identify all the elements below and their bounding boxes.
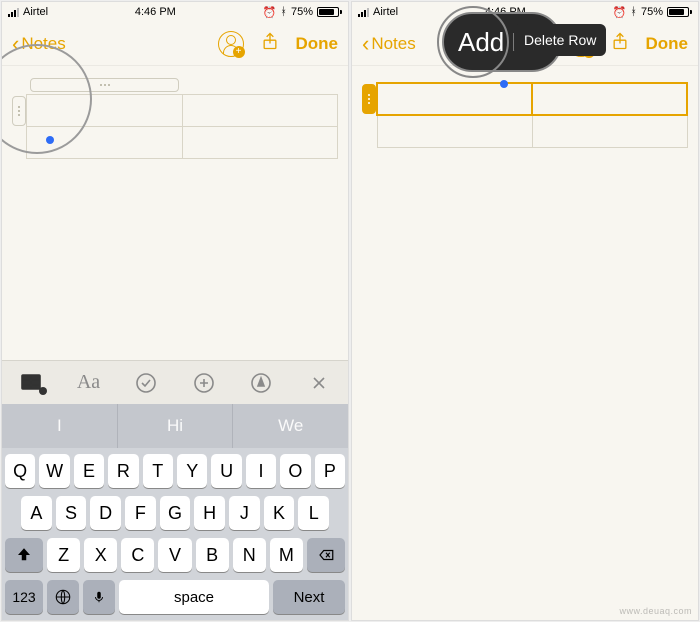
table-cell[interactable] xyxy=(377,83,532,115)
key-e[interactable]: E xyxy=(74,454,104,488)
battery-percent: 75% xyxy=(641,6,663,18)
key-n[interactable]: N xyxy=(233,538,266,572)
screenshot-left: Airtel 4:46 PM ⏰ ᚼ 75% ‹ Notes + Done xyxy=(1,1,349,621)
close-format-button[interactable] xyxy=(299,363,339,403)
chevron-left-icon: ‹ xyxy=(12,31,19,57)
key-u[interactable]: U xyxy=(211,454,241,488)
keyboard: Q W E R T Y U I O P A S D F G H J K L xyxy=(2,448,348,620)
predictive-suggestion[interactable]: Hi xyxy=(118,404,234,448)
key-m[interactable]: M xyxy=(270,538,303,572)
battery-icon xyxy=(317,7,342,17)
watermark: www.deuaq.com xyxy=(619,606,692,616)
collaborate-button[interactable]: + xyxy=(218,31,244,57)
key-k[interactable]: K xyxy=(264,496,295,530)
key-o[interactable]: O xyxy=(280,454,310,488)
key-p[interactable]: P xyxy=(315,454,345,488)
key-b[interactable]: B xyxy=(196,538,229,572)
table-cell[interactable] xyxy=(182,95,338,127)
signal-icon xyxy=(358,8,369,17)
shift-key[interactable] xyxy=(5,538,43,572)
alarm-icon: ⏰ xyxy=(263,6,277,19)
table-format-button[interactable] xyxy=(11,363,51,403)
space-key[interactable]: space xyxy=(119,580,269,614)
bluetooth-icon: ᚼ xyxy=(280,6,287,18)
selection-handle-icon[interactable] xyxy=(46,136,54,144)
key-t[interactable]: T xyxy=(143,454,173,488)
plus-badge-icon: + xyxy=(233,46,245,58)
share-button[interactable] xyxy=(610,29,630,58)
predictive-suggestion[interactable]: We xyxy=(233,404,348,448)
signal-icon xyxy=(8,8,19,17)
back-button[interactable]: ‹ Notes xyxy=(362,31,416,57)
key-q[interactable]: Q xyxy=(5,454,35,488)
mode-key[interactable]: 123 xyxy=(5,580,43,614)
carrier-label: Airtel xyxy=(373,6,398,18)
key-d[interactable]: D xyxy=(90,496,121,530)
back-button[interactable]: ‹ Notes xyxy=(12,31,66,57)
note-table[interactable] xyxy=(362,82,688,148)
magnifier-annotation xyxy=(437,6,509,78)
chevron-left-icon: ‹ xyxy=(362,31,369,57)
battery-icon xyxy=(667,7,692,17)
key-g[interactable]: G xyxy=(160,496,191,530)
key-w[interactable]: W xyxy=(39,454,69,488)
row-handle[interactable] xyxy=(12,96,26,126)
alarm-icon: ⏰ xyxy=(613,6,627,19)
predictive-suggestion[interactable]: I xyxy=(2,404,118,448)
key-i[interactable]: I xyxy=(246,454,276,488)
dictation-key[interactable] xyxy=(83,580,115,614)
next-key[interactable]: Next xyxy=(273,580,345,614)
column-handle[interactable] xyxy=(30,78,179,92)
note-table[interactable] xyxy=(12,94,338,159)
done-button[interactable]: Done xyxy=(296,34,339,54)
back-label: Notes xyxy=(21,34,65,54)
carrier-label: Airtel xyxy=(23,6,48,18)
backspace-key[interactable] xyxy=(307,538,345,572)
table-cell[interactable] xyxy=(27,95,183,127)
back-label: Notes xyxy=(371,34,415,54)
table-cell[interactable] xyxy=(182,127,338,159)
predictive-bar: I Hi We xyxy=(2,404,348,448)
key-h[interactable]: H xyxy=(194,496,225,530)
format-toolbar: Aa xyxy=(2,360,348,404)
table-cell[interactable] xyxy=(532,83,687,115)
table-cell[interactable] xyxy=(532,115,687,147)
text-format-button[interactable]: Aa xyxy=(68,363,108,403)
row-handle[interactable] xyxy=(362,84,376,114)
key-z[interactable]: Z xyxy=(47,538,80,572)
battery-percent: 75% xyxy=(291,6,313,18)
selection-handle-icon[interactable] xyxy=(500,80,508,88)
table-cell[interactable] xyxy=(377,115,532,147)
sketch-button[interactable] xyxy=(241,363,281,403)
key-c[interactable]: C xyxy=(121,538,154,572)
delete-row-label: Delete Row xyxy=(524,32,596,48)
key-f[interactable]: F xyxy=(125,496,156,530)
key-x[interactable]: X xyxy=(84,538,117,572)
nav-bar: ‹ Notes + Done xyxy=(2,22,348,66)
bluetooth-icon: ᚼ xyxy=(630,6,637,18)
clock: 4:46 PM xyxy=(135,6,176,18)
key-r[interactable]: R xyxy=(108,454,138,488)
key-a[interactable]: A xyxy=(21,496,52,530)
checklist-button[interactable] xyxy=(126,363,166,403)
key-j[interactable]: J xyxy=(229,496,260,530)
key-v[interactable]: V xyxy=(158,538,191,572)
done-button[interactable]: Done xyxy=(646,34,689,54)
key-y[interactable]: Y xyxy=(177,454,207,488)
screenshot-right: Airtel 4:46 PM ⏰ ᚼ 75% ‹ Notes + Done xyxy=(351,1,699,621)
key-l[interactable]: L xyxy=(298,496,329,530)
note-content[interactable] xyxy=(352,66,698,446)
share-button[interactable] xyxy=(260,29,280,58)
context-menu-item[interactable]: Delete Row xyxy=(514,24,606,56)
status-bar: Airtel 4:46 PM ⏰ ᚼ 75% xyxy=(2,2,348,22)
key-s[interactable]: S xyxy=(56,496,87,530)
globe-key[interactable] xyxy=(47,580,79,614)
add-attachment-button[interactable] xyxy=(184,363,224,403)
